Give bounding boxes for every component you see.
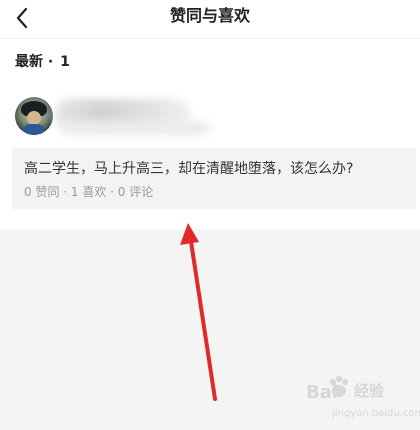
watermark-url: jingyan.baidu.com [332, 408, 420, 419]
paw-icon [330, 376, 348, 397]
post-stats: 0 赞同 · 1 喜欢 · 0 评论 [24, 185, 154, 199]
avatar[interactable] [15, 97, 53, 135]
page-title: 赞同与喜欢 [169, 6, 250, 25]
section-label: 最新 [15, 54, 43, 70]
content-list: 最新 · 1 高二学生，马上升高三，却在清醒地堕落，该怎么办? 0 赞同 · 1… [0, 39, 420, 229]
blurred-subtext [60, 121, 210, 135]
watermark-text: 经验 [354, 382, 385, 400]
section-count: 1 [60, 54, 70, 70]
section-header: 最新 · 1 [15, 51, 70, 71]
likes-screen: 赞同与喜欢 最新 · 1 高二学生，马上升高三，却在清醒地堕落，该怎么办? 0 … [0, 0, 420, 430]
baidu-watermark: Bai 经验 jingyan.baidu.com [306, 374, 420, 426]
post-title[interactable]: 高二学生，马上升高三，却在清醒地堕落，该怎么办? [24, 158, 353, 178]
section-separator: · [47, 54, 54, 70]
top-navigation-bar: 赞同与喜欢 [0, 0, 420, 39]
red-arrow-annotation [180, 223, 217, 401]
post-card[interactable]: 高二学生，马上升高三，却在清醒地堕落，该怎么办? 0 赞同 · 1 喜欢 · 0… [12, 148, 416, 209]
